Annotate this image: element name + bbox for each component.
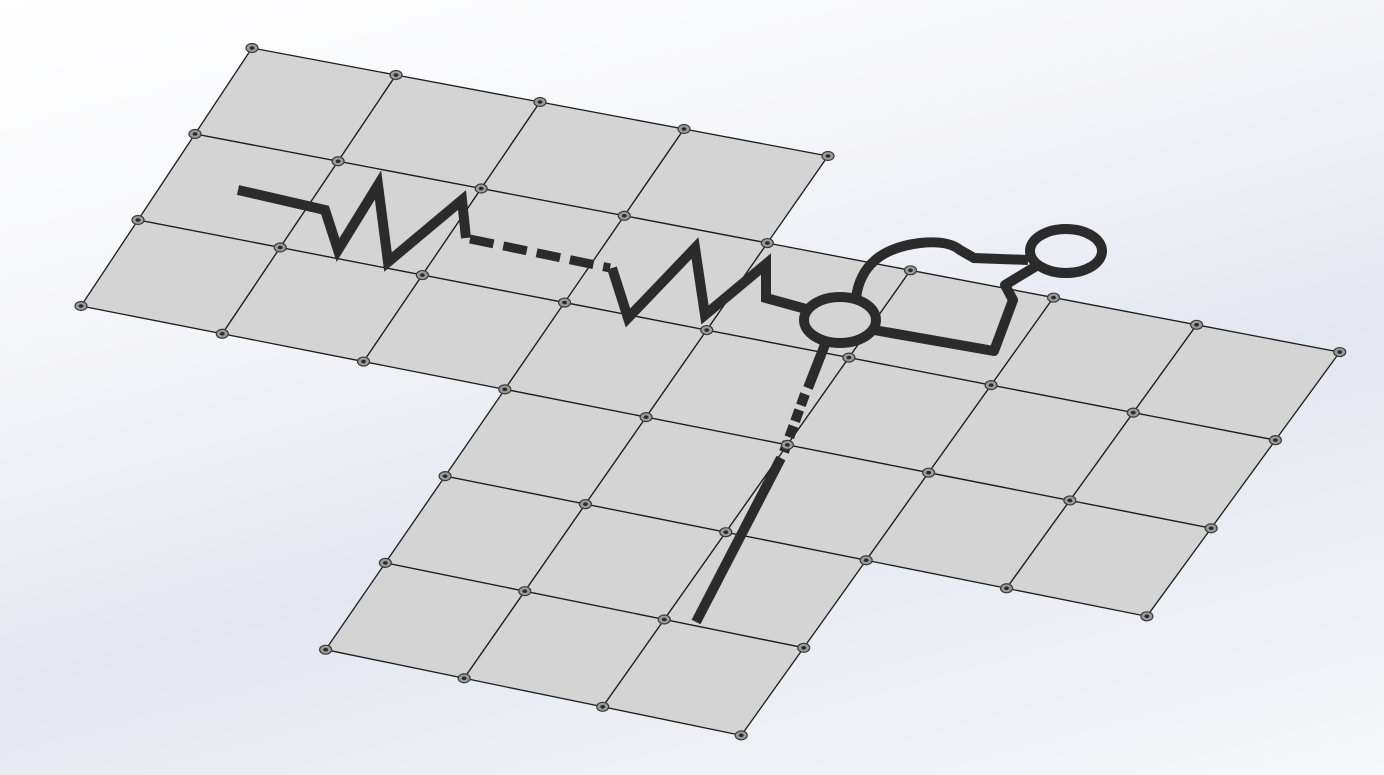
fastener-marker	[617, 210, 631, 221]
fastener-marker	[457, 673, 471, 684]
fastener-marker	[331, 156, 345, 167]
fastener-marker	[719, 527, 733, 538]
fastener-marker	[74, 300, 88, 312]
fastener-marker	[474, 183, 488, 194]
fastener-marker	[760, 237, 774, 249]
fastener-marker	[903, 265, 918, 276]
fastener-marker	[922, 467, 936, 478]
fastener-marker	[319, 644, 333, 655]
fastener-marker	[1190, 319, 1204, 330]
fastener-marker	[1204, 523, 1218, 534]
fastener-marker	[1126, 407, 1140, 418]
fastener-marker	[438, 471, 452, 482]
fastener-marker	[245, 42, 259, 54]
fastener-marker	[1268, 435, 1283, 446]
fastener-marker	[842, 352, 856, 363]
panel-assembly	[74, 42, 1347, 741]
fastener-marker	[356, 356, 371, 367]
fastener-marker	[797, 642, 811, 653]
cad-viewport[interactable]	[0, 0, 1384, 775]
fastener-marker	[1140, 611, 1154, 622]
fastener-marker	[821, 150, 835, 162]
fastener-marker	[657, 614, 671, 625]
fastener-marker	[273, 242, 287, 253]
fastener-marker	[188, 128, 202, 140]
fastener-marker	[1046, 292, 1061, 303]
fastener-marker	[378, 557, 392, 569]
fastener-marker	[533, 96, 547, 108]
fastener-marker	[498, 384, 512, 395]
panel-grid	[80, 47, 1341, 737]
fastener-marker	[215, 328, 229, 339]
fastener-marker	[999, 583, 1014, 594]
fastener-marker	[131, 214, 145, 226]
fastener-marker	[518, 586, 532, 597]
fastener-marker	[578, 499, 593, 510]
fastener-marker	[557, 297, 572, 308]
fastener-marker	[639, 412, 653, 423]
fastener-marker	[984, 380, 998, 391]
fastener-marker	[596, 701, 610, 712]
fastener-marker	[1333, 346, 1347, 358]
fastener-marker	[700, 324, 714, 336]
terminal-ring	[1025, 224, 1107, 278]
fastener-marker	[734, 730, 748, 741]
fastener-marker	[1063, 495, 1077, 506]
fastener-marker	[859, 555, 873, 566]
fastener-marker	[677, 123, 691, 135]
fastener-marker	[780, 439, 794, 450]
fastener-marker	[415, 269, 429, 281]
fastener-marker	[389, 69, 403, 81]
